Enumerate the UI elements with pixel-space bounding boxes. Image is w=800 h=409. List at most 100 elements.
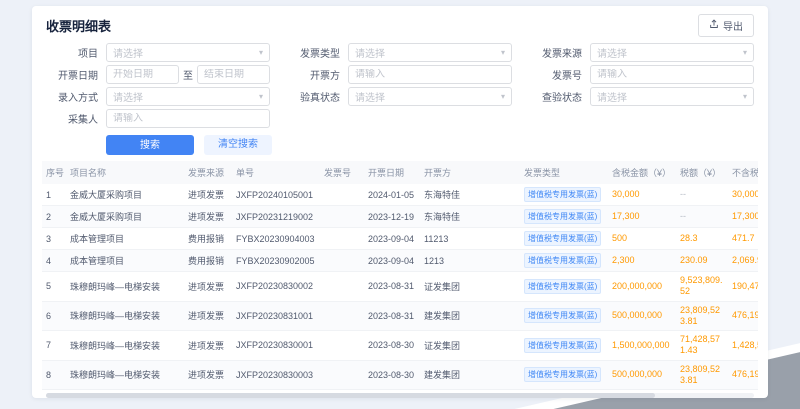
- export-icon: [709, 19, 719, 32]
- cell-type: 增值税专用发票(蓝): [520, 184, 608, 206]
- table-row: 2金威大厦采购项目进项发票JXFP202312190022023-12-19东海…: [42, 206, 758, 228]
- cell-seq: 5: [42, 272, 66, 302]
- filter-field: 录入方式请选择▾: [46, 87, 270, 106]
- cell-amount_incl: 30,000: [608, 184, 676, 206]
- cell-tax: --: [676, 184, 728, 206]
- cell-source: 进项发票: [184, 331, 232, 361]
- cell-order_no: JXFP20240105001: [232, 184, 320, 206]
- search-button[interactable]: 搜索: [106, 135, 194, 155]
- cell-project: 成本管理项目: [66, 250, 184, 272]
- cell-seq: 1: [42, 184, 66, 206]
- clear-search-button[interactable]: 清空搜索: [204, 135, 272, 155]
- filter-select[interactable]: 请选择 ▾: [590, 43, 754, 62]
- horizontal-scrollbar[interactable]: [46, 393, 754, 398]
- start-date-input[interactable]: [113, 69, 172, 80]
- end-date-input[interactable]: [204, 69, 263, 80]
- filter-select[interactable]: 请选择▾: [348, 87, 512, 106]
- range-separator: 至: [183, 67, 193, 82]
- cell-type: 增值税专用发票(蓝): [520, 206, 608, 228]
- cell-date: 2023-09-04: [364, 250, 420, 272]
- filter-field: 开票方: [288, 65, 512, 84]
- cell-invoice_no: [320, 206, 364, 228]
- cell-amount_incl: 200,000,000: [608, 272, 676, 302]
- filter-label: 发票类型: [288, 45, 340, 60]
- cell-project: 金威大厦采购项目: [66, 206, 184, 228]
- cell-type: 增值税专用发票(蓝): [520, 301, 608, 331]
- chevron-down-icon: ▾: [743, 48, 747, 57]
- cell-project: 珠穆朗玛峰—电梯安装: [66, 360, 184, 390]
- filter-select[interactable]: 请选择▾: [590, 87, 754, 106]
- cell-seq: 2: [42, 206, 66, 228]
- column-header: 发票来源: [184, 161, 232, 184]
- cell-source: 进项发票: [184, 206, 232, 228]
- table-row: 1金威大厦采购项目进项发票JXFP202401050012024-01-05东海…: [42, 184, 758, 206]
- filter-input[interactable]: [355, 69, 505, 80]
- export-button[interactable]: 导出: [698, 14, 754, 37]
- cell-type: 增值税专用发票(蓝): [520, 331, 608, 361]
- cell-order_no: FYBX20230902005: [232, 250, 320, 272]
- table-row: 3成本管理项目费用报销FYBX202309040032023-09-041121…: [42, 228, 758, 250]
- cell-source: 费用报销: [184, 228, 232, 250]
- filter-label: 查验状态: [530, 89, 582, 104]
- invoice-type-tag: 增值税专用发票(蓝): [524, 253, 601, 268]
- filter-panel: 项目请选择▾发票类型请选择▾发票来源请选择▾开票日期至开票方发票号录入方式请选择…: [32, 41, 768, 155]
- cell-amount_excl: 30,000: [728, 184, 758, 206]
- scrollbar-thumb[interactable]: [46, 393, 655, 398]
- invoice-type-tag: 增值税专用发票(蓝): [524, 308, 601, 323]
- end-date-input-wrap: [197, 65, 270, 84]
- filter-label: 验真状态: [288, 89, 340, 104]
- filter-field: 采集人: [46, 109, 270, 128]
- column-header: 发票类型: [520, 161, 608, 184]
- cell-seq: 4: [42, 250, 66, 272]
- cell-project: 珠穆朗玛峰—电梯安装: [66, 272, 184, 302]
- chevron-down-icon: ▾: [501, 92, 505, 101]
- cell-seq: 6: [42, 301, 66, 331]
- table-row: 8珠穆朗玛峰—电梯安装进项发票JXFP20230830003 2023-08-30…: [42, 360, 758, 390]
- cell-date: 2023-08-30: [364, 331, 420, 361]
- filter-field: 项目请选择▾: [46, 43, 270, 62]
- cell-invoice_no: [320, 250, 364, 272]
- cell-seq: 8: [42, 360, 66, 390]
- cell-source: 进项发票: [184, 360, 232, 390]
- invoice-type-tag: 增值税专用发票(蓝): [524, 187, 601, 202]
- filter-select[interactable]: 请选择▾: [106, 87, 270, 106]
- cell-issuer: 建发集团: [420, 301, 520, 331]
- cell-order_no: JXFP20230830003: [232, 360, 320, 390]
- cell-tax: 28.3: [676, 228, 728, 250]
- cell-issuer: 证发集团: [420, 272, 520, 302]
- filter-input[interactable]: [113, 113, 263, 124]
- invoice-type-tag: 增值税专用发票(蓝): [524, 338, 601, 353]
- date-range: 至: [106, 65, 270, 84]
- select-placeholder: 请选择: [597, 45, 627, 60]
- chevron-down-icon: ▾: [501, 48, 505, 57]
- chevron-down-icon: ▾: [259, 92, 263, 101]
- filter-select[interactable]: 请选择 ▾: [348, 43, 512, 62]
- select-placeholder: 请选择: [355, 45, 385, 60]
- cell-issuer: 建发集团: [420, 360, 520, 390]
- filter-select[interactable]: 请选择▾: [106, 43, 270, 62]
- filter-input[interactable]: [597, 69, 747, 80]
- filter-field: 发票号: [530, 65, 754, 84]
- cell-project: 成本管理项目: [66, 228, 184, 250]
- filter-field: 查验状态请选择▾: [530, 87, 754, 106]
- cell-amount_incl: 17,300: [608, 206, 676, 228]
- card-header: 收票明细表 导出: [32, 6, 768, 41]
- cell-source: 费用报销: [184, 250, 232, 272]
- table-row: 7珠穆朗玛峰—电梯安装进项发票JXFP202308300012023-08-30…: [42, 331, 758, 361]
- cell-tax: 23,809,523.81: [676, 360, 728, 390]
- cell-amount_excl: 190,476,190.48: [728, 272, 758, 302]
- column-header: 税额（¥）: [676, 161, 728, 184]
- cell-amount_excl: 476,190,476.19: [728, 360, 758, 390]
- filter-field: 发票来源请选择▾: [530, 43, 754, 62]
- cell-invoice_no: [320, 272, 364, 302]
- cell-type: 增值税专用发票(蓝): [520, 272, 608, 302]
- cell-invoice_no: [320, 360, 364, 390]
- filter-input-wrap: [590, 65, 754, 84]
- cell-type: 增值税专用发票(蓝): [520, 360, 608, 390]
- cell-date: 2023-08-30: [364, 360, 420, 390]
- column-header: 开票日期: [364, 161, 420, 184]
- cell-date: 2023-12-19: [364, 206, 420, 228]
- filter-grid: 项目请选择▾发票类型请选择▾发票来源请选择▾开票日期至开票方发票号录入方式请选择…: [46, 43, 754, 128]
- cell-amount_excl: 476,190,476.19: [728, 301, 758, 331]
- page-title: 收票明细表: [46, 16, 111, 35]
